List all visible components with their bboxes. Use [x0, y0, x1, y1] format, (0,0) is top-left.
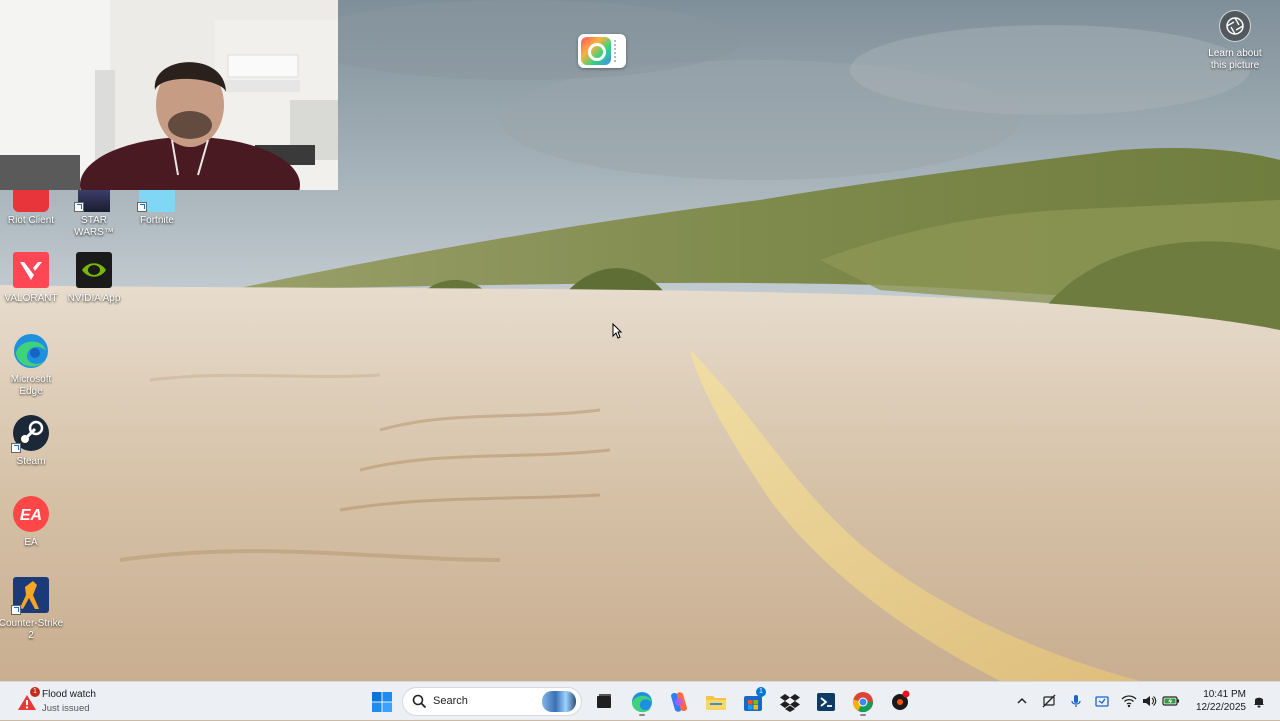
app-logo-icon[interactable]: [581, 37, 611, 65]
show-hidden-icons-button[interactable]: [1014, 693, 1030, 709]
desktop-icon-label: STAR WARS™ Battlefront...: [74, 215, 114, 238]
shortcut-arrow-icon: [74, 202, 84, 212]
running-indicator: [860, 714, 866, 716]
edge-icon: [11, 331, 51, 371]
webcam-overlay: [0, 0, 338, 190]
notifications-button[interactable]: [1251, 693, 1267, 709]
windows-logo-icon: [372, 692, 392, 712]
svg-text:EA: EA: [20, 507, 42, 524]
taskbar-copilot[interactable]: [665, 688, 693, 716]
shortcut-arrow-icon: [137, 202, 147, 212]
clock-time: 10:41 PM: [1203, 689, 1246, 700]
drag-handle-icon[interactable]: [614, 40, 622, 62]
microphone-icon: [1071, 695, 1081, 707]
copilot-icon: [671, 692, 687, 712]
nvidia-app-icon: [74, 250, 114, 290]
desktop-icon-label: EA: [24, 537, 38, 548]
tray-microphone[interactable]: [1068, 693, 1084, 709]
taskbar-microsoft-store[interactable]: 1: [739, 687, 767, 716]
steelseries-icon: [892, 690, 910, 710]
dropbox-icon: [780, 694, 800, 712]
taskbar-edge[interactable]: [628, 688, 656, 716]
shortcut-arrow-icon: [11, 605, 21, 615]
shortcut-arrow-icon: [11, 443, 21, 453]
desktop-icon-valorant[interactable]: VALORANT: [0, 250, 64, 305]
learn-about-picture[interactable]: Learn about this picture: [1200, 10, 1270, 72]
search-icon: [412, 694, 427, 709]
taskbar-file-explorer[interactable]: [702, 688, 730, 716]
fortnite-icon: [137, 190, 177, 212]
taskbar-chrome[interactable]: [849, 688, 877, 716]
taskbar-clock[interactable]: 10:41 PM 12/22/2025: [1186, 688, 1246, 714]
battery-charging-icon: [1162, 696, 1179, 706]
task-view-icon: [597, 694, 611, 708]
tray-wifi[interactable]: [1121, 693, 1137, 709]
steam-icon: [11, 413, 51, 453]
tray-battery[interactable]: [1162, 693, 1179, 709]
volume-icon: [1143, 696, 1157, 706]
desktop-icon-steam[interactable]: Steam: [0, 413, 64, 468]
desktop-icon-star-wars-battlefront[interactable]: STAR WARS™ Battlefront...: [61, 176, 127, 239]
store-badge: 1: [756, 687, 766, 697]
desktop-icon-counter-strike[interactable]: Counter-Strike 2: [0, 575, 64, 642]
search-highlight-image: [542, 691, 576, 712]
start-button[interactable]: [368, 688, 396, 716]
weather-subtitle: Just issued: [42, 703, 90, 714]
taskbar-steelseries[interactable]: [886, 688, 914, 716]
riot-client-icon: [11, 190, 51, 212]
desktop-icon-fortnite[interactable]: Fortnite: [124, 176, 190, 227]
chevron-up-icon: [1017, 697, 1027, 704]
desktop-icon-label: Fortnite: [140, 215, 174, 226]
search-placeholder: Search: [433, 695, 468, 707]
valorant-icon: [11, 250, 51, 290]
chrome-icon: [852, 692, 874, 713]
weather-title: Flood watch: [42, 689, 96, 700]
ea-icon: EA: [11, 494, 51, 534]
learn-about-label: Learn about this picture: [1208, 48, 1262, 71]
counter-strike-icon: [11, 575, 51, 615]
clock-date: 12/22/2025: [1195, 702, 1246, 713]
tray-app[interactable]: [1094, 693, 1110, 709]
desktop-icon-microsoft-edge[interactable]: Microsoft Edge: [0, 331, 64, 398]
taskbar-search[interactable]: Search: [402, 687, 582, 716]
weather-badge: 1: [30, 687, 40, 697]
desktop-icon-nvidia-app[interactable]: NVIDIA App: [61, 250, 127, 305]
network-off-icon: [1042, 694, 1056, 708]
tray-network-off[interactable]: [1041, 693, 1057, 709]
folder-icon: [706, 696, 726, 710]
visual-studio-icon: [817, 693, 835, 711]
taskbar-visual-studio[interactable]: [812, 688, 840, 716]
desktop-icon-riot-client[interactable]: Riot Client: [0, 176, 64, 227]
taskbar: 1 Flood watch Just issued Search 1 10:41…: [0, 681, 1280, 720]
wifi-icon: [1121, 695, 1137, 708]
camera-lens-icon[interactable]: [1219, 10, 1251, 42]
tray-volume[interactable]: [1141, 693, 1157, 709]
tray-app-icon: [1095, 696, 1109, 707]
desktop-icon-label: VALORANT: [4, 293, 58, 304]
mouse-cursor-icon: [612, 322, 623, 344]
running-indicator: [639, 714, 645, 716]
edge-icon: [632, 692, 652, 713]
star-wars-battlefront-icon: [74, 190, 114, 212]
desktop-icon-ea[interactable]: EA EA: [0, 494, 64, 549]
desktop-icon-label: Microsoft Edge: [10, 374, 52, 397]
task-view-button[interactable]: [590, 688, 618, 716]
desktop-icon-label: NVIDIA App: [67, 293, 121, 304]
desktop-icon-label: Counter-Strike 2: [0, 618, 64, 641]
weather-alert-icon: 1: [14, 687, 40, 712]
bell-icon: [1254, 697, 1264, 708]
desktop-icon-label: Riot Client: [7, 215, 55, 226]
taskbar-dropbox[interactable]: [776, 688, 804, 716]
floating-app-widget[interactable]: [578, 34, 626, 68]
desktop-icon-label: Steam: [16, 456, 46, 467]
